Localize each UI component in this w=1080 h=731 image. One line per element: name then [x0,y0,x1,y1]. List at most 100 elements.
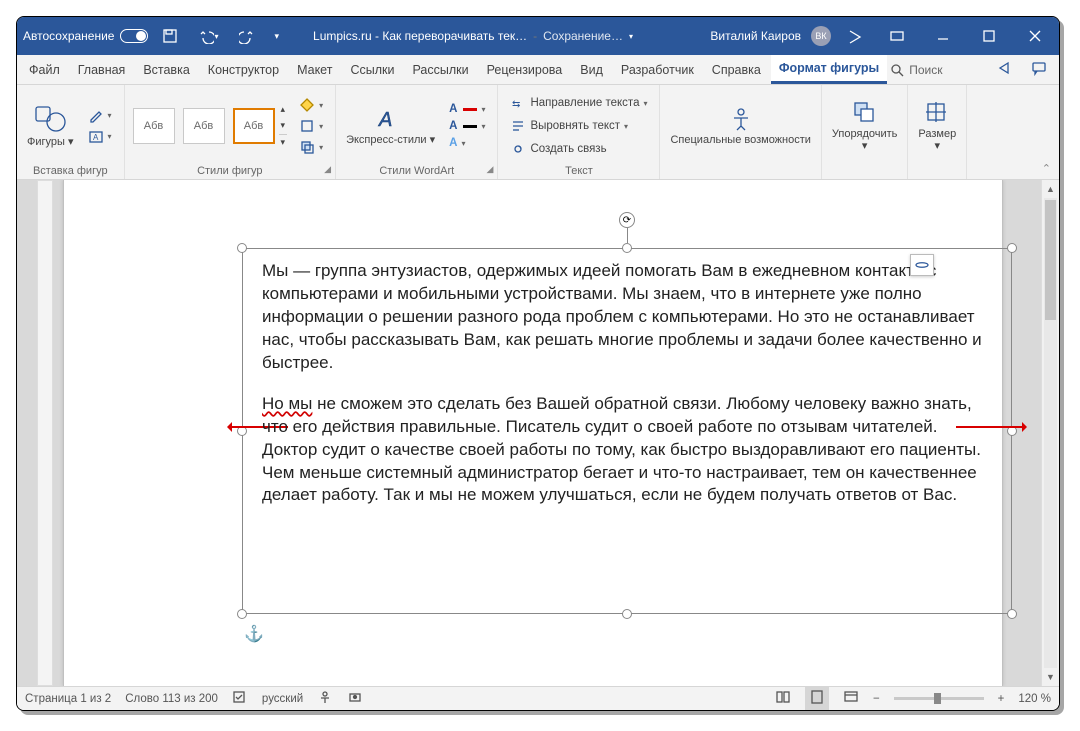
text-box-content[interactable]: Мы — группа энтузиастов, одержимых идеей… [262,260,992,602]
tab-insert[interactable]: Вставка [135,57,197,83]
group-size: Размер▾ [908,85,967,179]
tab-shape-format[interactable]: Формат фигуры [771,55,887,84]
scroll-thumb[interactable] [1045,200,1056,320]
document-area[interactable]: ⟳ Мы — группа энтузиастов, одержимых иде… [17,180,1059,686]
tab-references[interactable]: Ссылки [342,57,402,83]
shape-outline-button[interactable]: ▾ [295,116,327,136]
group-label-wordart: Стили WordArt [344,163,489,177]
group-label-insert-shapes: Вставка фигур [25,163,116,177]
tab-design[interactable]: Конструктор [200,57,287,83]
vertical-scrollbar[interactable]: ▲ ▼ [1041,180,1059,686]
svg-text:A: A [93,133,99,142]
group-label-shape-styles: Стили фигур [133,163,328,177]
rotate-handle-icon[interactable]: ⟳ [619,212,635,228]
style-gallery-more-icon[interactable]: ▾ [279,134,288,150]
edit-shape-button[interactable]: ▾ [84,106,116,126]
size-button[interactable]: Размер▾ [916,98,958,154]
tab-developer[interactable]: Разработчик [613,57,702,83]
svg-text:A: A [378,109,392,131]
group-label-accessibility [668,163,812,177]
user-name[interactable]: Виталий Каиров [710,29,801,43]
view-read-icon[interactable] [775,689,791,708]
shapes-button[interactable]: Фигуры ▾ [25,102,76,150]
zoom-out-button[interactable]: − [873,693,880,705]
ribbon-present-icon[interactable] [841,24,869,48]
undo-icon[interactable]: ▾ [192,24,224,48]
shapes-label: Фигуры [27,136,65,148]
collapse-ribbon-icon[interactable]: ⌃ [1042,162,1051,175]
comments-button[interactable] [1023,54,1055,85]
status-words[interactable]: Слово 113 из 200 [125,693,218,705]
zoom-level[interactable]: 120 % [1018,693,1051,705]
accessibility-button[interactable]: Специальные возможности [668,104,812,148]
share-button[interactable] [989,54,1021,85]
shape-effects-button[interactable]: ▾ [295,137,327,157]
style-gallery-down-icon[interactable]: ▾ [279,118,288,133]
create-link-button[interactable]: Создать связь [506,139,651,159]
style-gallery-up-icon[interactable]: ▴ [279,102,288,117]
group-shape-styles: Абв Абв Абв ▴ ▾ ▾ ▾ ▾ ▾ Стили фигур ◢ [125,85,337,179]
tab-layout[interactable]: Макет [289,57,340,83]
handle-bottom-left[interactable] [237,609,247,619]
shape-style-3[interactable]: Абв [233,108,275,144]
text-outline-button[interactable]: A▾ [445,118,489,134]
redo-icon[interactable] [233,24,261,48]
handle-top[interactable] [622,243,632,253]
zoom-slider[interactable] [894,697,984,700]
align-text-button[interactable]: Выровнять текст▾ [506,116,651,136]
accessibility-status-icon[interactable] [317,689,333,708]
layout-options-icon[interactable] [910,254,934,276]
search-box[interactable]: Поиск [889,62,942,78]
shape-styles-launcher-icon[interactable]: ◢ [324,164,331,175]
tab-help[interactable]: Справка [704,57,769,83]
autosave-toggle[interactable]: Автосохранение [23,29,148,43]
status-bar: Страница 1 из 2 Слово 113 из 200 русский… [17,686,1059,710]
shape-style-1[interactable]: Абв [133,108,175,144]
view-web-icon[interactable] [843,689,859,708]
arrange-button[interactable]: Упорядочить▾ [830,98,899,154]
save-icon[interactable] [156,24,184,48]
shape-style-2[interactable]: Абв [183,108,225,144]
zoom-in-button[interactable]: + [998,693,1005,705]
handle-top-left[interactable] [237,243,247,253]
text-effects-button[interactable]: A▾ [445,135,489,151]
shape-fill-button[interactable]: ▾ [295,95,327,115]
group-wordart: A Экспресс-стили ▾ A▾ A▾ A▾ Стили WordAr… [336,85,498,179]
minimize-button[interactable] [925,17,961,55]
handle-bottom-right[interactable] [1007,609,1017,619]
page: ⟳ Мы — группа энтузиастов, одержимых иде… [63,180,1003,686]
status-page[interactable]: Страница 1 из 2 [25,693,111,705]
textbox-button[interactable]: A▾ [84,127,116,147]
macro-record-icon[interactable] [347,689,363,708]
tab-review[interactable]: Рецензирова [479,57,571,83]
status-language[interactable]: русский [262,693,303,705]
close-button[interactable] [1017,17,1053,55]
vertical-ruler [37,180,53,686]
saving-status: Сохранение… [543,29,623,43]
handle-top-right[interactable] [1007,243,1017,253]
wordart-launcher-icon[interactable]: ◢ [487,164,494,175]
avatar[interactable]: ВК [811,26,831,46]
text-fill-button[interactable]: A▾ [445,101,489,117]
tab-view[interactable]: Вид [572,57,611,83]
group-label-arrange [830,163,899,177]
express-styles-button[interactable]: A Экспресс-стили ▾ [344,104,437,148]
group-label-size [916,163,958,177]
text-direction-button[interactable]: ⇆Направление текста▾ [506,93,651,113]
scroll-up-icon[interactable]: ▲ [1042,180,1059,198]
qat-more-icon[interactable]: ▾ [269,27,286,46]
ribbon-display-icon[interactable] [879,17,915,55]
anchor-icon[interactable]: ⚓ [244,624,264,644]
maximize-button[interactable] [971,17,1007,55]
tab-mailings[interactable]: Рассылки [404,57,476,83]
scroll-down-icon[interactable]: ▼ [1042,668,1059,686]
tab-file[interactable]: Файл [21,57,68,83]
text-box-selection[interactable]: ⟳ Мы — группа энтузиастов, одержимых иде… [242,248,1012,614]
search-placeholder: Поиск [909,63,942,77]
tab-home[interactable]: Главная [70,57,134,83]
spellcheck-word: Но мы [262,394,312,413]
view-print-icon[interactable] [805,687,829,710]
spellcheck-icon[interactable] [232,689,248,708]
handle-bottom[interactable] [622,609,632,619]
title-bar: Автосохранение ▾ ▾ Lumpics.ru - Как пере… [17,17,1059,55]
